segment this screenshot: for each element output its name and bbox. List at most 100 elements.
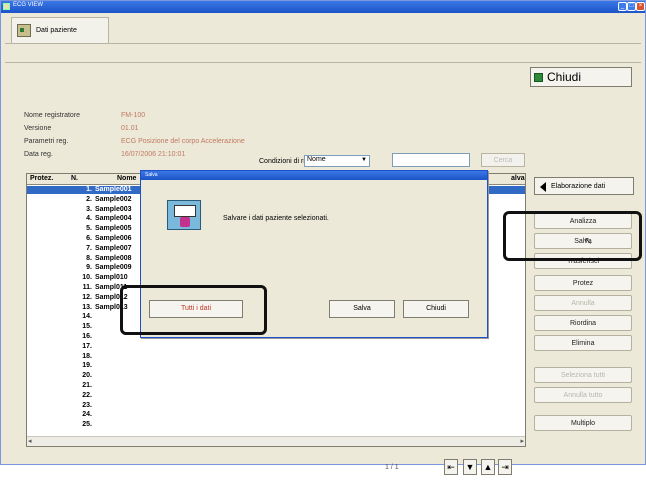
column-header-protez[interactable]: Protez. bbox=[30, 175, 53, 182]
page-indicator: 1 / 1 bbox=[385, 464, 399, 471]
first-page-icon[interactable]: ⇤ bbox=[444, 459, 458, 475]
mouse-cursor-icon: ↖ bbox=[584, 236, 593, 247]
info-value: ECG Posizione del corpo Accelerazione bbox=[121, 138, 245, 145]
row-number: 6. bbox=[86, 235, 92, 242]
column-header-nome[interactable]: Nome bbox=[117, 175, 136, 182]
protez-button[interactable]: Protez bbox=[534, 275, 632, 291]
column-header-salva[interactable]: alva bbox=[511, 175, 525, 182]
row-number: 13. bbox=[82, 303, 92, 311]
info-label: Data reg. bbox=[24, 151, 53, 158]
chevron-down-icon: ▼ bbox=[361, 157, 367, 163]
row-number: 22. bbox=[82, 391, 92, 399]
arrow-left-icon bbox=[540, 182, 546, 192]
horizontal-scrollbar[interactable]: ◂ ▸ bbox=[27, 436, 525, 446]
row-number: 10. bbox=[82, 274, 92, 282]
info-value: 16/07/2006 21:10:01 bbox=[121, 151, 186, 158]
tab-dati-paziente[interactable]: Dati paziente bbox=[11, 17, 109, 43]
patient-data-icon bbox=[17, 24, 31, 37]
last-page-icon[interactable]: ⇥ bbox=[498, 459, 512, 475]
close-button-label: Chiudi bbox=[547, 70, 582, 84]
toolbar-strip bbox=[5, 43, 641, 63]
annulla-tutto-button[interactable]: Annulla tutto bbox=[534, 387, 632, 403]
info-label: Parametri reg. bbox=[24, 138, 69, 145]
row-name: Sample001 bbox=[95, 186, 132, 193]
elaborazione-dati-button[interactable]: Elaborazione dati bbox=[534, 177, 634, 195]
search-button[interactable]: Cerca bbox=[481, 153, 525, 167]
search-input[interactable] bbox=[392, 153, 470, 167]
info-value: 01.01 bbox=[121, 125, 139, 132]
highlight-salva bbox=[503, 211, 642, 261]
elaborazione-label: Elaborazione dati bbox=[551, 183, 606, 190]
info-label: Nome registratore bbox=[24, 112, 81, 119]
close-button[interactable]: Chiudi bbox=[530, 67, 632, 87]
exit-icon bbox=[534, 73, 543, 82]
window-title: ECG VIEW bbox=[13, 2, 44, 8]
maximize-button[interactable]: □ bbox=[627, 2, 636, 11]
row-number: 25. bbox=[82, 421, 92, 429]
row-name: Sample009 bbox=[95, 264, 132, 272]
info-value: FM-100 bbox=[121, 112, 146, 119]
seleziona-tutti-button[interactable]: Seleziona tutti bbox=[534, 367, 632, 383]
row-number: 11. bbox=[82, 284, 92, 291]
table-row[interactable]: 23. bbox=[27, 402, 525, 410]
close-window-button[interactable]: × bbox=[636, 2, 645, 11]
row-number: 17. bbox=[82, 342, 92, 350]
row-number: 9. bbox=[86, 264, 92, 272]
row-name: Sample003 bbox=[95, 205, 132, 213]
tab-label: Dati paziente bbox=[36, 27, 77, 34]
row-number: 2. bbox=[86, 195, 92, 203]
save-disk-icon bbox=[167, 200, 201, 230]
row-name: Sample002 bbox=[95, 195, 132, 203]
highlight-tutti-i-dati bbox=[120, 285, 267, 335]
row-number: 5. bbox=[86, 225, 92, 233]
row-number: 7. bbox=[86, 244, 92, 252]
row-name: Sampl010 bbox=[95, 274, 128, 282]
row-name: Sample007 bbox=[95, 244, 132, 252]
dialog-save-button[interactable]: Salva bbox=[329, 300, 395, 318]
row-number: 12. bbox=[82, 293, 92, 301]
info-label: Versione bbox=[24, 125, 52, 132]
dialog-close-button[interactable]: Chiudi bbox=[403, 300, 469, 318]
scroll-right-icon[interactable]: ▸ bbox=[520, 437, 524, 445]
row-number: 4. bbox=[86, 215, 92, 223]
row-name: Sample004 bbox=[95, 215, 132, 223]
row-number: 14. bbox=[82, 313, 92, 321]
row-name: Sample008 bbox=[95, 254, 132, 262]
prev-page-icon[interactable]: ▼ bbox=[463, 459, 477, 475]
table-row[interactable]: 24. bbox=[27, 411, 525, 419]
row-number: 18. bbox=[82, 352, 92, 360]
row-number: 8. bbox=[86, 254, 92, 262]
table-row[interactable]: 17. bbox=[27, 343, 525, 351]
search-field-select[interactable]: Nome ▼ bbox=[304, 155, 370, 167]
minimize-button[interactable]: _ bbox=[618, 2, 627, 11]
multiplo-button[interactable]: Multiplo bbox=[534, 415, 632, 431]
table-row[interactable]: 25. bbox=[27, 421, 525, 429]
riordina-button[interactable]: Riordina bbox=[534, 315, 632, 331]
row-number: 23. bbox=[82, 401, 92, 409]
column-header-n[interactable]: N. bbox=[71, 175, 78, 182]
annulla-button[interactable]: Annulla bbox=[534, 295, 632, 311]
title-bar: ECG VIEW _ □ × bbox=[1, 1, 645, 13]
app-icon bbox=[3, 3, 10, 10]
row-number: 16. bbox=[82, 333, 92, 340]
table-row[interactable]: 18. bbox=[27, 353, 525, 361]
row-number: 3. bbox=[86, 205, 92, 213]
table-row[interactable]: 21. bbox=[27, 382, 525, 390]
row-number: 1. bbox=[86, 186, 92, 193]
row-name: Sample005 bbox=[95, 225, 132, 233]
dialog-message: Salvare i dati paziente selezionati. bbox=[223, 215, 329, 222]
scroll-left-icon[interactable]: ◂ bbox=[28, 437, 32, 445]
table-row[interactable]: 19. bbox=[27, 362, 525, 370]
dialog-title: Salva bbox=[141, 171, 487, 180]
row-number: 24. bbox=[82, 411, 92, 419]
row-name: Sample006 bbox=[95, 235, 132, 242]
table-row[interactable]: 20. bbox=[27, 372, 525, 380]
row-number: 19. bbox=[82, 362, 92, 370]
row-number: 15. bbox=[82, 323, 92, 331]
elimina-button[interactable]: Elimina bbox=[534, 335, 632, 351]
table-row[interactable]: 22. bbox=[27, 392, 525, 400]
next-page-icon[interactable]: ▲ bbox=[481, 459, 495, 475]
row-number: 20. bbox=[82, 372, 92, 380]
search-field-value: Nome bbox=[307, 156, 326, 163]
row-number: 21. bbox=[82, 382, 92, 389]
